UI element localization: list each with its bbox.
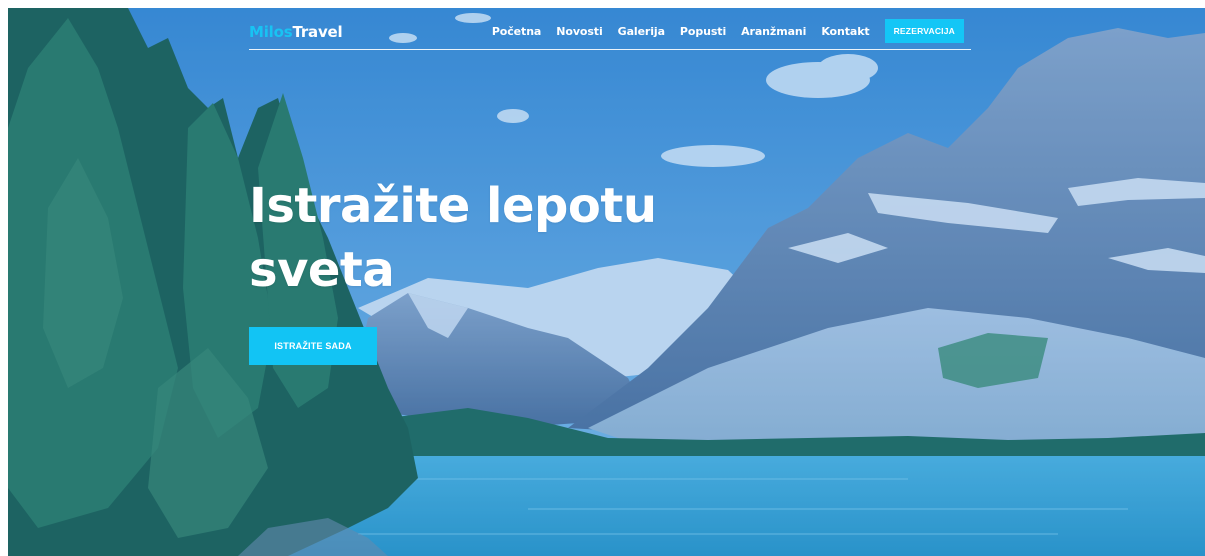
reservation-button[interactable]: REZERVACIJA (884, 19, 964, 43)
hero-title: Istražite lepotu sveta (249, 174, 729, 302)
top-navbar: MilosTravel Početna Novosti Galerija Pop… (249, 18, 971, 50)
nav-item-novosti[interactable]: Novosti (556, 25, 602, 38)
logo-part-secondary: Travel (292, 23, 343, 41)
nav-item-aranzmani[interactable]: Aranžmani (741, 25, 806, 38)
nav-item-kontakt[interactable]: Kontakt (821, 25, 869, 38)
hero-title-line-1: Istražite lepotu (249, 178, 657, 234)
nav-item-popusti[interactable]: Popusti (680, 25, 726, 38)
site-logo[interactable]: MilosTravel (249, 23, 343, 41)
nav-item-galerija[interactable]: Galerija (618, 25, 665, 38)
hero-title-line-2: sveta (249, 242, 395, 298)
nav-item-pocetna[interactable]: Početna (492, 25, 542, 38)
main-nav: Početna Novosti Galerija Popusti Aranžma… (492, 18, 971, 44)
logo-part-primary: Milos (249, 23, 293, 41)
explore-now-button[interactable]: ISTRAŽITE SADA (249, 327, 377, 365)
